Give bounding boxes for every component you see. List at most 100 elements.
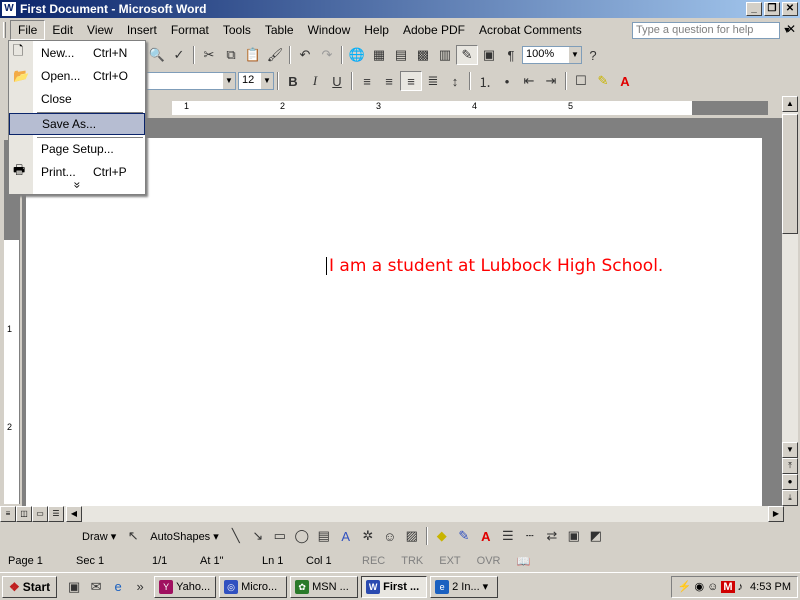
3d-icon[interactable]: ◩ [585, 526, 607, 546]
font-color-icon[interactable]: A [614, 71, 636, 91]
align-center-icon[interactable]: ≡ [378, 71, 400, 91]
copy-icon[interactable]: ⧉ [220, 45, 242, 65]
clip-art-icon[interactable]: ☺ [379, 526, 401, 546]
outlook-icon[interactable]: ✉ [85, 577, 107, 597]
menu-file[interactable]: File [10, 20, 46, 40]
autoshapes-menu[interactable]: AutoShapes ▾ [144, 530, 225, 543]
redo-icon[interactable]: ↷ [316, 45, 338, 65]
internet-explorer-icon[interactable]: e [107, 577, 129, 597]
menu-save-as[interactable]: Save As... [9, 113, 145, 135]
select-browse-object-icon[interactable]: ● [782, 474, 798, 490]
document-map-icon[interactable]: ▣ [478, 45, 500, 65]
volume-icon[interactable]: ♪ [738, 581, 744, 593]
paste-icon[interactable]: 📋 [242, 45, 264, 65]
highlight-icon[interactable]: ✎ [592, 71, 614, 91]
menubar-grip[interactable] [3, 22, 6, 38]
font-size-select[interactable]: 12 ▼ [238, 72, 274, 90]
task-first-document[interactable]: W First ... [361, 575, 428, 598]
menu-table[interactable]: Table [258, 21, 301, 39]
hyperlink-icon[interactable]: 🌐 [346, 45, 368, 65]
network-icon[interactable]: ⚡ [678, 580, 692, 593]
messenger-icon[interactable]: ☺ [707, 581, 718, 593]
rectangle-icon[interactable]: ▭ [269, 526, 291, 546]
arrow-icon[interactable]: ↘ [247, 526, 269, 546]
task-internet-explorer[interactable]: e 2 In... ▾ [430, 575, 499, 598]
close-button[interactable]: ✕ [782, 2, 798, 16]
status-rec[interactable]: REC [354, 555, 393, 567]
align-right-icon[interactable]: ≡ [400, 71, 422, 91]
line-style-icon[interactable]: ☰ [497, 526, 519, 546]
horizontal-scrollbar[interactable]: ≡ ◫ ▭ ☰ ◀ ▶ [0, 506, 784, 522]
draw-font-color-icon[interactable]: A [475, 526, 497, 546]
previous-page-icon[interactable]: ⤒ [782, 458, 798, 474]
select-objects-icon[interactable]: ↖ [122, 526, 144, 546]
web-layout-icon[interactable]: ◫ [16, 506, 32, 522]
format-painter-icon[interactable]: 🖌 [264, 45, 286, 65]
picture-icon[interactable]: ▨ [401, 526, 423, 546]
scroll-right-icon[interactable]: ▶ [768, 506, 784, 522]
task-yahoo[interactable]: Y Yaho... [154, 575, 217, 598]
drawing-icon[interactable]: ✎ [456, 45, 478, 65]
scroll-up-icon[interactable]: ▲ [782, 96, 798, 112]
justify-icon[interactable]: ≣ [422, 71, 444, 91]
arrow-style-icon[interactable]: ⇄ [541, 526, 563, 546]
document-text[interactable]: I am a student at Lubbock High School. [326, 256, 663, 276]
shadow-icon[interactable]: ▣ [563, 526, 585, 546]
menu-window[interactable]: Window [301, 21, 358, 39]
word-app-icon[interactable]: W [2, 2, 16, 16]
task-microsoft[interactable]: ◎ Micro... [219, 575, 288, 598]
increase-indent-icon[interactable]: ⇥ [540, 71, 562, 91]
help-question-input[interactable]: Type a question for help [632, 22, 780, 39]
bold-icon[interactable]: B [282, 71, 304, 91]
numbering-icon[interactable]: ⒈ [474, 71, 496, 91]
columns-icon[interactable]: ▥ [434, 45, 456, 65]
menu-close[interactable]: Close [9, 88, 145, 110]
antivirus-icon[interactable]: ◉ [695, 580, 705, 593]
oval-icon[interactable]: ◯ [291, 526, 313, 546]
bullets-icon[interactable]: • [496, 71, 518, 91]
draw-menu[interactable]: Draw ▾ [76, 530, 122, 543]
italic-icon[interactable]: I [304, 71, 326, 91]
menu-page-setup[interactable]: Page Setup... [9, 138, 145, 160]
fill-color-icon[interactable]: ◆ [431, 526, 453, 546]
show-hide-icon[interactable]: ¶ [500, 45, 522, 65]
help-icon[interactable]: ? [582, 45, 604, 65]
border-icon[interactable]: ☐ [570, 71, 592, 91]
menu-expand[interactable]: » [9, 177, 145, 193]
menu-adobe-pdf[interactable]: Adobe PDF [396, 21, 472, 39]
menu-edit[interactable]: Edit [45, 21, 80, 39]
task-msn[interactable]: ✿ MSN ... [290, 575, 359, 598]
restore-button[interactable]: ❐ [764, 2, 780, 16]
diagram-icon[interactable]: ✲ [357, 526, 379, 546]
line-icon[interactable]: ╲ [225, 526, 247, 546]
dash-style-icon[interactable]: ┄ [519, 526, 541, 546]
print-layout-icon[interactable]: ▭ [32, 506, 48, 522]
align-left-icon[interactable]: ≡ [356, 71, 378, 91]
minimize-button[interactable]: _ [746, 2, 762, 16]
status-trk[interactable]: TRK [393, 555, 431, 567]
normal-view-icon[interactable]: ≡ [0, 506, 16, 522]
clock[interactable]: 4:53 PM [750, 581, 791, 593]
menu-new[interactable]: 🗋 New... Ctrl+N [9, 42, 145, 64]
status-ovr[interactable]: OVR [469, 555, 509, 567]
menu-tools[interactable]: Tools [216, 21, 258, 39]
scroll-left-icon[interactable]: ◀ [66, 506, 82, 522]
document-close-icon[interactable]: ✕ [784, 22, 798, 38]
spelling-icon[interactable]: ✓ [168, 45, 190, 65]
mcafee-icon[interactable]: M [721, 580, 735, 593]
menu-insert[interactable]: Insert [120, 21, 164, 39]
font-name-select[interactable]: ▼ [146, 72, 236, 90]
line-spacing-icon[interactable]: ↕ [444, 71, 466, 91]
undo-icon[interactable]: ↶ [294, 45, 316, 65]
wordart-icon[interactable]: A [335, 526, 357, 546]
tables-borders-icon[interactable]: ▦ [368, 45, 390, 65]
text-box-icon[interactable]: ▤ [313, 526, 335, 546]
scroll-track[interactable] [82, 506, 768, 522]
show-desktop-icon[interactable]: ▣ [63, 577, 85, 597]
menu-open[interactable]: 📂 Open... Ctrl+O [9, 65, 145, 87]
print-preview-icon[interactable]: 🔍 [146, 45, 168, 65]
scroll-down-icon[interactable]: ▼ [782, 442, 798, 458]
start-button[interactable]: ❖ Start [2, 575, 58, 598]
scroll-thumb[interactable] [782, 114, 798, 234]
status-ext[interactable]: EXT [431, 555, 468, 567]
